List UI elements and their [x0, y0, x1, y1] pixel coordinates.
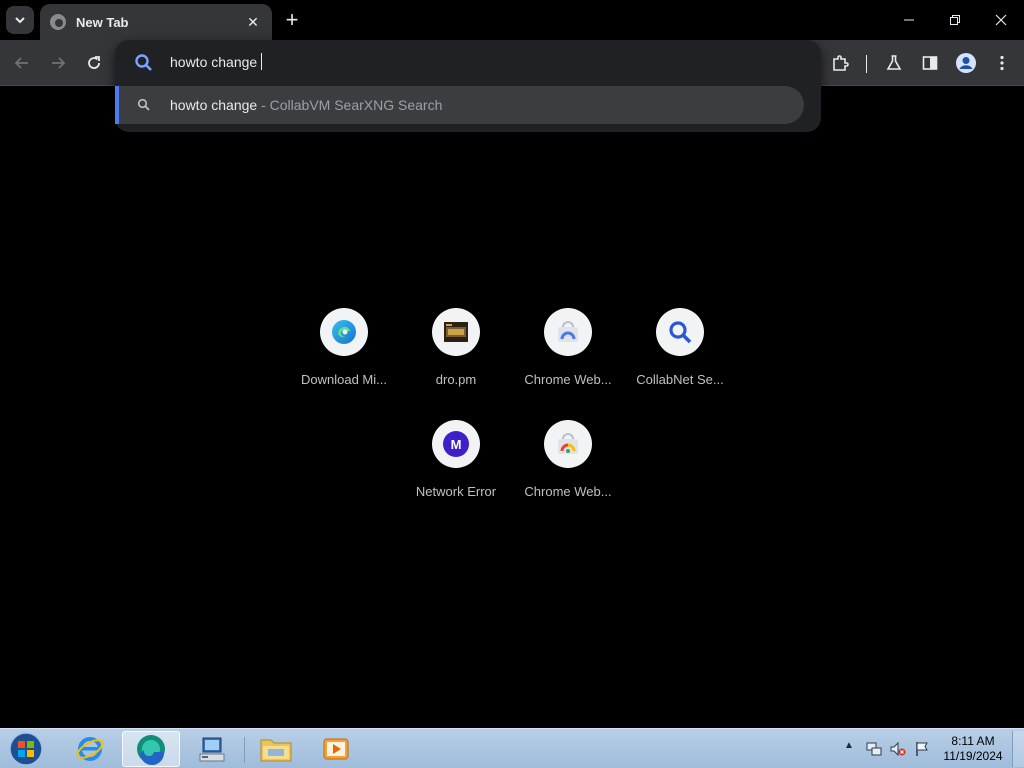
search-icon [135, 54, 152, 71]
chrome-web-store-icon [544, 420, 592, 468]
puzzle-icon [833, 55, 849, 71]
restore-icon [950, 15, 960, 25]
tab-new-tab[interactable]: New Tab ✕ [40, 4, 272, 40]
computer-network-icon [199, 737, 225, 762]
shortcut-tile[interactable]: CollabNet Se... [624, 308, 736, 408]
network-icon[interactable] [866, 741, 882, 757]
taskbar-chrome-active[interactable] [122, 731, 180, 767]
shortcut-label: Chrome Web... [524, 484, 612, 499]
title-bar: New Tab ✕ + [0, 0, 1024, 40]
menu-button[interactable] [987, 48, 1017, 78]
chrome-favicon-icon [50, 14, 66, 30]
m-letter-icon: M [432, 420, 480, 468]
side-panel-button[interactable] [915, 48, 945, 78]
side-panel-icon [922, 56, 938, 70]
back-button[interactable] [7, 48, 37, 78]
omnibox-input[interactable]: howto change [115, 40, 821, 86]
windows-orb-icon [9, 732, 43, 766]
tab-search-button[interactable] [6, 6, 34, 34]
reload-icon [88, 56, 100, 69]
reload-button[interactable] [79, 48, 109, 78]
restore-button[interactable] [932, 0, 978, 40]
shortcut-tile[interactable]: Chrome Web... [512, 308, 624, 408]
omnibox-popup: howto change howto change - CollabVM Sea… [115, 40, 821, 132]
labs-button[interactable] [879, 48, 909, 78]
taskbar-divider [244, 737, 245, 763]
shortcut-label: Chrome Web... [524, 372, 612, 387]
tab-title: New Tab [76, 14, 129, 30]
clock-date: 11/19/2024 [943, 749, 1003, 763]
chrome-web-store-icon [544, 308, 592, 356]
taskbar: ▲ 8:11 AM 11/19/2024 [0, 728, 1024, 768]
taskbar-media-player[interactable] [310, 731, 362, 767]
taskbar-clock[interactable]: 8:11 AM 11/19/2024 [936, 734, 1010, 764]
edge-icon [320, 308, 368, 356]
new-tab-button[interactable]: + [280, 7, 304, 32]
shortcut-tile[interactable]: Chrome Web... [512, 420, 624, 520]
taskbar-file-explorer[interactable] [250, 731, 302, 767]
minimize-icon [904, 19, 914, 21]
taskbar-internet-explorer[interactable] [64, 731, 116, 767]
shortcut-label: Download Mi... [301, 372, 387, 387]
close-icon [995, 14, 1007, 26]
show-desktop-button[interactable] [1012, 731, 1024, 767]
chevron-down-icon [15, 17, 25, 24]
search-icon [137, 98, 150, 111]
taskbar-remote-desktop[interactable] [186, 731, 238, 767]
suggestion-separator: - [257, 97, 270, 113]
forward-button[interactable] [43, 48, 73, 78]
avatar-icon [956, 53, 976, 73]
action-center-flag-icon[interactable] [914, 741, 930, 757]
dropm-icon [432, 308, 480, 356]
clock-time: 8:11 AM [951, 734, 995, 748]
close-icon[interactable]: ✕ [244, 13, 262, 31]
shortcut-tile[interactable]: Download Mi... [288, 308, 400, 408]
volume-muted-icon[interactable] [890, 741, 906, 757]
shortcut-label: dro.pm [435, 372, 477, 387]
arrow-left-icon [14, 57, 28, 69]
suggestion-query: howto change [170, 97, 258, 113]
internet-explorer-icon [76, 737, 104, 761]
minimize-button[interactable] [886, 0, 932, 40]
start-button[interactable] [4, 731, 48, 767]
browser-app-icon [137, 735, 165, 766]
close-window-button[interactable] [978, 0, 1024, 40]
extensions-button[interactable] [825, 48, 855, 78]
suggestion-source: CollabVM SearXNG Search [269, 97, 443, 113]
suggestion-text: howto change - CollabVM SearXNG Search [170, 97, 442, 113]
profile-button[interactable] [951, 48, 981, 78]
show-hidden-icons-button[interactable]: ▲ [844, 740, 854, 751]
flask-icon [886, 55, 902, 70]
omnibox-text: howto change [170, 53, 258, 70]
more-vert-icon [1000, 55, 1004, 71]
shortcut-label: Network Error [415, 484, 497, 499]
shortcut-label: CollabNet Se... [636, 372, 724, 387]
search-icon [656, 308, 704, 356]
omnibox-suggestion[interactable]: howto change - CollabVM SearXNG Search [115, 86, 804, 124]
shortcut-tile[interactable]: dro.pm [400, 308, 512, 408]
arrow-right-icon [52, 57, 66, 69]
toolbar-divider [866, 55, 867, 73]
text-caret [261, 53, 263, 70]
folder-icon [260, 739, 292, 762]
selection-indicator [115, 86, 119, 124]
media-player-icon [323, 738, 349, 760]
letter-badge: M [443, 431, 469, 457]
shortcut-tile[interactable]: M Network Error [400, 420, 512, 520]
